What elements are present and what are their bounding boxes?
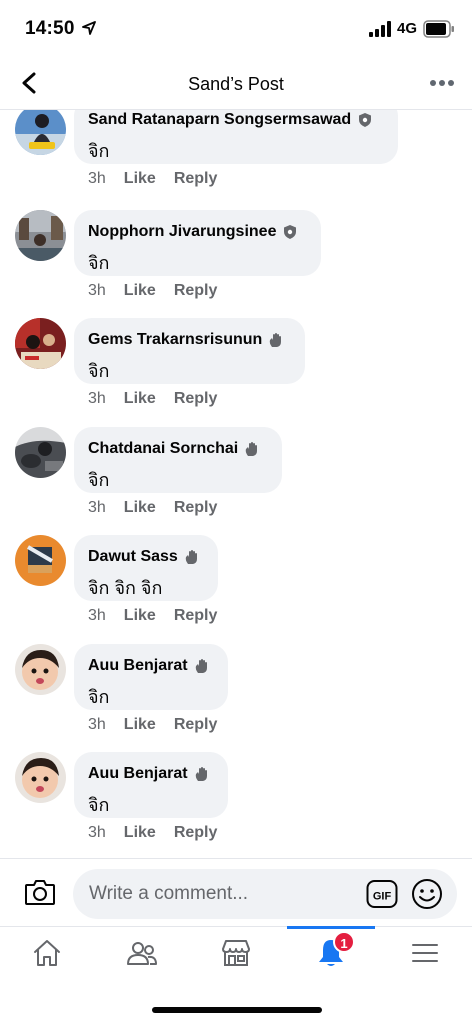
like-button[interactable]: Like (124, 282, 156, 300)
comment-text: จิก (88, 141, 110, 161)
like-button[interactable]: Like (124, 607, 156, 625)
like-button[interactable]: Like (124, 716, 156, 734)
tab-menu[interactable] (378, 927, 472, 987)
tab-friends[interactable] (95, 927, 189, 987)
comment-bubble[interactable]: Auu Benjarat จิก (74, 752, 228, 818)
avatar[interactable] (15, 644, 66, 695)
comment-input-placeholder: Write a comment... (89, 883, 249, 904)
battery-icon (423, 20, 454, 38)
like-button[interactable]: Like (124, 499, 156, 517)
comment-input[interactable]: Write a comment... GIF (73, 869, 457, 919)
page-title: Sand’s Post (188, 74, 284, 94)
comment-time: 3h (88, 390, 106, 407)
comment-text: จิก (88, 795, 110, 815)
comment-author[interactable]: Auu Benjarat (88, 657, 188, 675)
comment-item: Gems Trakarnsrisunun จิก 3h Like Reply (0, 318, 472, 426)
wave-icon (195, 659, 207, 673)
reply-button[interactable]: Reply (174, 390, 218, 408)
comment-bubble[interactable]: Nopphorn Jivarungsinee จิก (74, 210, 321, 276)
post-header: Sand’s Post (0, 58, 472, 110)
network-type-label: 4G (397, 20, 418, 37)
wave-icon (270, 333, 282, 347)
tab-notifications[interactable] (284, 927, 378, 987)
home-icon (34, 940, 60, 966)
comment-time: 3h (88, 282, 106, 299)
cellular-signal-icon (369, 21, 391, 37)
comment-item: Dawut Sass จิก จิก จิก 3h Like Reply (0, 535, 472, 643)
status-bar: 14:50 4G (0, 0, 472, 58)
reply-button[interactable]: Reply (174, 170, 218, 188)
comment-composer: Write a comment... GIF (0, 858, 472, 926)
comment-author[interactable]: Nopphorn Jivarungsinee (88, 223, 276, 241)
tab-marketplace[interactable] (189, 927, 283, 987)
comment-bubble[interactable]: Chatdanai Sornchai จิก (74, 427, 282, 493)
avatar[interactable] (15, 110, 66, 155)
comment-bubble[interactable]: Auu Benjarat จิก (74, 644, 228, 710)
reply-button[interactable]: Reply (174, 499, 218, 517)
comment-text: จิก จิก จิก (88, 578, 163, 598)
comment-author[interactable]: Dawut Sass (88, 548, 178, 566)
status-time: 14:50 (25, 18, 75, 39)
menu-icon (412, 944, 438, 962)
notification-count-badge: 1 (333, 931, 355, 953)
marketplace-icon (222, 940, 250, 966)
home-indicator[interactable] (152, 1007, 322, 1013)
comment-time: 3h (88, 499, 106, 516)
more-options-icon[interactable] (430, 76, 454, 90)
like-button[interactable]: Like (124, 824, 156, 842)
comment-item: Nopphorn Jivarungsinee จิก 3h Like Reply (0, 210, 472, 318)
comment-text: จิก (88, 687, 110, 707)
tab-home[interactable] (0, 927, 94, 987)
comment-item: Sand Ratanaparn Songsermsawad จิก 3h Lik… (0, 110, 472, 206)
avatar[interactable] (15, 535, 66, 586)
reply-button[interactable]: Reply (174, 607, 218, 625)
comment-text: จิก (88, 361, 110, 381)
comment-item: Auu Benjarat จิก 3h Like Reply (0, 644, 472, 752)
avatar[interactable] (15, 752, 66, 803)
comment-bubble[interactable]: Dawut Sass จิก จิก จิก (74, 535, 218, 601)
reply-button[interactable]: Reply (174, 282, 218, 300)
comment-bubble[interactable]: Sand Ratanaparn Songsermsawad จิก (74, 110, 398, 164)
gif-icon[interactable]: GIF (366, 879, 398, 909)
comment-time: 3h (88, 170, 106, 187)
comment-author[interactable]: Sand Ratanaparn Songsermsawad (88, 111, 351, 129)
comment-time: 3h (88, 824, 106, 841)
avatar[interactable] (15, 210, 66, 261)
comment-text: จิก (88, 470, 110, 490)
wave-icon (195, 767, 207, 781)
comment-item: Chatdanai Sornchai จิก 3h Like Reply (0, 427, 472, 535)
comment-bubble[interactable]: Gems Trakarnsrisunun จิก (74, 318, 305, 384)
shield-icon (284, 225, 297, 239)
comment-author[interactable]: Auu Benjarat (88, 765, 188, 783)
friends-icon (127, 942, 157, 965)
avatar[interactable] (15, 427, 66, 478)
wave-icon (246, 442, 258, 456)
camera-icon[interactable] (24, 878, 56, 906)
reply-button[interactable]: Reply (174, 716, 218, 734)
comment-text: จิก (88, 253, 110, 273)
comment-author[interactable]: Chatdanai Sornchai (88, 440, 238, 458)
emoji-icon[interactable] (411, 878, 443, 910)
comment-time: 3h (88, 716, 106, 733)
wave-icon (185, 550, 197, 564)
comment-item: Auu Benjarat จิก 3h Like Reply (0, 752, 472, 858)
like-button[interactable]: Like (124, 170, 156, 188)
gif-label: GIF (373, 891, 392, 903)
comment-author[interactable]: Gems Trakarnsrisunun (88, 331, 262, 349)
like-button[interactable]: Like (124, 390, 156, 408)
reply-button[interactable]: Reply (174, 824, 218, 842)
comment-list[interactable]: Sand Ratanaparn Songsermsawad จิก 3h Lik… (0, 110, 472, 858)
shield-icon (359, 113, 372, 127)
avatar[interactable] (15, 318, 66, 369)
location-arrow-icon (82, 21, 96, 35)
comment-time: 3h (88, 607, 106, 624)
